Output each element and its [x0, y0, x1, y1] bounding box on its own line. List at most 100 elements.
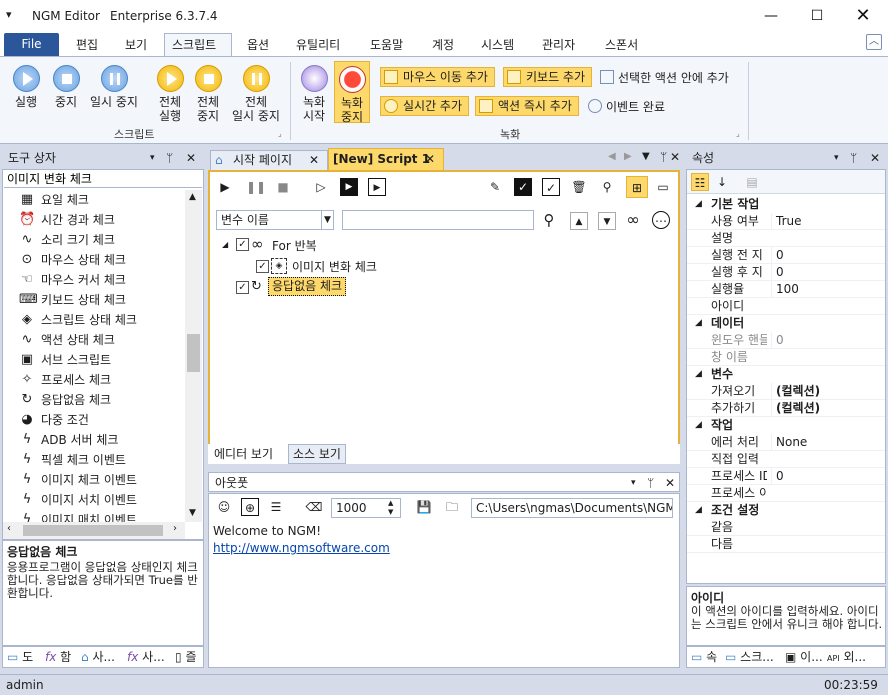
- props-close-icon[interactable]: ✕: [870, 148, 880, 168]
- menu-view[interactable]: 보기: [125, 36, 147, 53]
- window-menu-icon[interactable]: ▾: [6, 8, 12, 21]
- record-group-launcher-icon[interactable]: ⌟: [736, 129, 740, 138]
- toolbox-item[interactable]: ∿ 소리 크기 체크: [22, 230, 115, 250]
- props-category[interactable]: ◢ 변수: [687, 366, 885, 383]
- props-tab-script[interactable]: ▭ 스크...: [725, 648, 774, 666]
- output-count-spinner[interactable]: 1000 ▲ ▼: [331, 498, 401, 518]
- variable-input[interactable]: [342, 210, 534, 230]
- editor-check-icon[interactable]: ✓: [542, 178, 560, 196]
- toolbox-item[interactable]: ϟ 픽셀 체크 이벤트: [23, 450, 126, 470]
- props-row[interactable]: 같음: [687, 519, 885, 536]
- output-close-icon[interactable]: ✕: [665, 473, 675, 493]
- hscroll-thumb[interactable]: [23, 525, 163, 536]
- categorized-icon[interactable]: ☷: [691, 173, 709, 191]
- props-value[interactable]: 0: [771, 468, 784, 485]
- pause-all-button[interactable]: 전체 일시 중지: [228, 65, 284, 123]
- toolbox-item[interactable]: ⊙ 마우스 상태 체크: [22, 250, 126, 270]
- toolbox-tab-favorite[interactable]: ▯ 즐: [175, 648, 196, 666]
- props-tab-image[interactable]: ▣ 이...: [785, 648, 823, 666]
- tree-node-noresponse[interactable]: 응답없음 체크: [268, 277, 347, 296]
- toolbox-search-input[interactable]: [4, 170, 202, 188]
- props-value[interactable]: True: [771, 213, 802, 230]
- toolbox-dropdown-icon[interactable]: ▾: [150, 148, 155, 168]
- editor-search-icon[interactable]: ⚲: [598, 178, 616, 196]
- editor-screen-icon[interactable]: ▭: [654, 178, 672, 196]
- toolbox-item[interactable]: ϟ ADB 서버 체크: [23, 430, 119, 450]
- editor-pause-icon[interactable]: ❚❚: [246, 178, 266, 196]
- menu-script[interactable]: 스크립트: [172, 36, 216, 53]
- toolbox-tab-function[interactable]: fx 함: [45, 648, 71, 666]
- event-done-button[interactable]: 이벤트 완료: [588, 98, 665, 115]
- props-row[interactable]: 윈도우 핸들 0: [687, 332, 885, 349]
- toolbox-item[interactable]: ⏰ 시간 경과 체크: [19, 210, 115, 230]
- run-button[interactable]: 실행: [8, 65, 44, 109]
- props-row[interactable]: 창 이름: [687, 349, 885, 366]
- variable-select[interactable]: 변수 이름 ▼: [216, 210, 334, 230]
- stop-button[interactable]: 중지: [48, 65, 84, 109]
- props-row[interactable]: 다름: [687, 536, 885, 553]
- editor-edit-icon[interactable]: ✎: [486, 178, 504, 196]
- tab-editor-view[interactable]: 에디터 보기: [214, 445, 273, 463]
- scroll-thumb[interactable]: [187, 334, 200, 372]
- add-realtime-button[interactable]: 실시간 추가: [380, 96, 470, 116]
- record-stop-button[interactable]: 녹화 중지: [334, 61, 370, 124]
- output-path-field[interactable]: C:\Users\ngmas\Documents\NGM6\: [471, 498, 673, 518]
- run-all-button[interactable]: 전체 실행: [152, 65, 188, 123]
- props-row[interactable]: 프로세스 이: [687, 485, 885, 502]
- property-pages-icon[interactable]: ▤: [743, 173, 761, 191]
- props-category[interactable]: ◢ 작업: [687, 417, 885, 434]
- output-filter-icon[interactable]: ⊕: [241, 498, 259, 516]
- props-value[interactable]: 0: [771, 264, 784, 281]
- menu-help[interactable]: 도움말: [370, 36, 403, 53]
- var-search-icon[interactable]: ⚲: [540, 211, 558, 229]
- props-category[interactable]: ◢ 데이터: [687, 315, 885, 332]
- output-pin-icon[interactable]: ᛘ: [647, 473, 654, 493]
- scroll-right-icon[interactable]: ›: [173, 523, 177, 534]
- output-save-icon[interactable]: 💾: [415, 498, 433, 516]
- add-action-now-button[interactable]: 액션 즉시 추가: [475, 96, 579, 116]
- editor-check-all-icon[interactable]: ✓: [514, 178, 532, 196]
- tab-source-view[interactable]: 소스 보기: [288, 444, 346, 464]
- props-row[interactable]: 직접 입력: [687, 451, 885, 468]
- var-up-icon[interactable]: ▲: [570, 212, 588, 230]
- var-more-icon[interactable]: ⋯: [652, 211, 670, 229]
- editor-run-from-icon[interactable]: ▶: [340, 178, 358, 196]
- tab-script-1[interactable]: [New] Script 1 ✕: [328, 148, 444, 170]
- spinner-arrows-icon[interactable]: ▲ ▼: [388, 499, 393, 517]
- scroll-down-icon[interactable]: ▼: [189, 508, 196, 518]
- tab-prev-icon[interactable]: ◀: [608, 151, 616, 162]
- menu-sponsor[interactable]: 스폰서: [605, 36, 638, 53]
- props-row[interactable]: 사용 여부 True: [687, 213, 885, 230]
- record-start-button[interactable]: 녹화 시작: [296, 65, 332, 123]
- toolbox-item[interactable]: ↻ 응답없음 체크: [22, 390, 112, 410]
- var-down-icon[interactable]: ▼: [598, 212, 616, 230]
- toolbox-item[interactable]: ◕ 다중 조건: [21, 410, 89, 430]
- menu-edit[interactable]: 편집: [76, 36, 98, 53]
- props-row[interactable]: 추가하기 (컬렉션): [687, 400, 885, 417]
- toolbox-item[interactable]: ▦ 요일 체크: [21, 190, 89, 210]
- toolbox-scrollbar[interactable]: ▲ ▼: [185, 190, 202, 522]
- editor-stop-icon[interactable]: ■: [274, 178, 292, 196]
- stop-all-button[interactable]: 전체 중지: [190, 65, 226, 123]
- editor-run-selected-icon[interactable]: ▶: [368, 178, 386, 196]
- file-menu[interactable]: File: [4, 33, 59, 56]
- toolbox-item[interactable]: ϟ 이미지 서치 이벤트: [23, 490, 137, 510]
- toolbox-pin-icon[interactable]: ᛘ: [166, 148, 173, 168]
- props-value[interactable]: 100: [771, 281, 799, 298]
- pause-button[interactable]: 일시 중지: [86, 65, 142, 109]
- toolbox-item[interactable]: ◈ 스크립트 상태 체크: [22, 310, 137, 330]
- props-value[interactable]: 0: [771, 332, 784, 349]
- category-collapse-icon[interactable]: ◢: [695, 502, 702, 519]
- editor-close-icon[interactable]: ✕: [670, 150, 680, 164]
- props-row[interactable]: 에러 처리 None: [687, 434, 885, 451]
- editor-run-icon[interactable]: ▶: [216, 178, 234, 196]
- props-tab-properties[interactable]: ▭ 속: [691, 648, 717, 666]
- props-tab-external[interactable]: API 외...: [827, 648, 866, 668]
- maximize-button[interactable]: ☐: [794, 0, 840, 32]
- tab-start-close-icon[interactable]: ✕: [309, 151, 319, 169]
- toolbox-item[interactable]: ▣ 서브 스크립트: [21, 350, 111, 370]
- category-collapse-icon[interactable]: ◢: [695, 196, 702, 213]
- menu-admin[interactable]: 관리자: [542, 36, 575, 53]
- category-collapse-icon[interactable]: ◢: [695, 315, 702, 332]
- tree-checkbox-image[interactable]: ✓: [256, 260, 269, 273]
